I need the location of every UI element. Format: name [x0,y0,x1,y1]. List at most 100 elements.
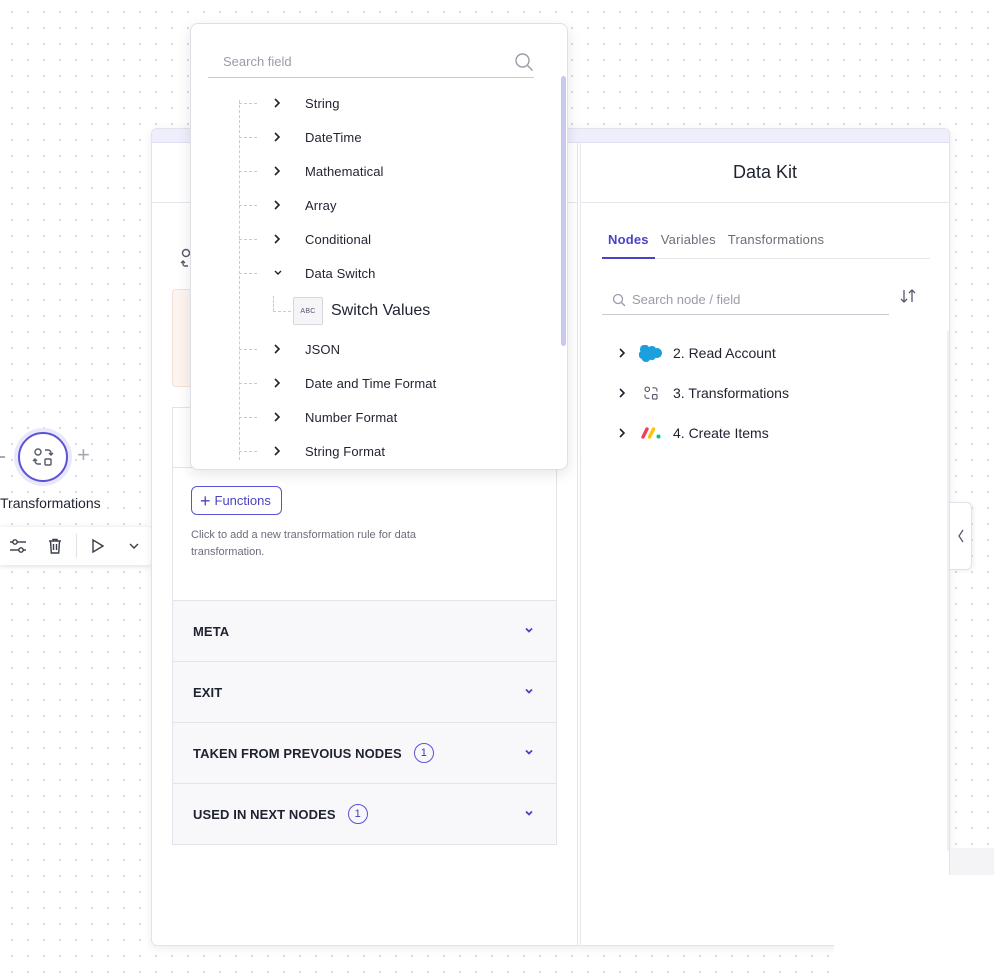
category-json[interactable]: JSON [239,332,559,366]
category-number-format[interactable]: Number Format [239,400,559,434]
category-array[interactable]: Array [239,188,559,222]
node-toolbar [0,527,152,565]
category-label: Number Format [305,409,398,425]
function-category-tree: String DateTime Mathematical Array Condi… [239,86,559,468]
plus-icon: + [200,490,211,511]
section-label: USED IN NEXT NODES [193,806,336,822]
tab-transformations[interactable]: Transformations [722,231,830,259]
trash-icon [49,538,62,554]
sort-icon [900,289,916,303]
category-mathematical[interactable]: Mathematical [239,154,559,188]
category-datetime[interactable]: DateTime [239,120,559,154]
collapse-panel-button[interactable] [950,502,972,570]
category-label: String [305,95,340,111]
monday-icon [636,418,666,448]
category-conditional[interactable]: Conditional [239,222,559,256]
function-search [208,46,534,78]
node-item-read-account[interactable]: 2. Read Account [614,333,789,373]
chevron-right-icon [274,132,281,142]
data-kit-title: Data Kit [581,143,949,203]
category-label: DateTime [305,129,362,145]
scrollbar-track[interactable] [947,331,949,851]
sort-button[interactable] [899,287,917,310]
run-options-button[interactable] [115,527,152,565]
play-icon [92,538,105,554]
function-search-input[interactable] [223,54,483,69]
chevron-right-icon [274,234,281,244]
category-label: String Format [305,443,386,459]
category-string-format[interactable]: String Format [239,434,559,468]
category-date-and-time-format[interactable]: Date and Time Format [239,366,559,400]
background-strip [950,848,994,875]
category-label: JSON [305,341,341,357]
function-item-switch-values[interactable]: ABC Switch Values [239,290,559,332]
transformations-icon [636,378,666,408]
node-item-create-items[interactable]: 4. Create Items [614,413,789,453]
data-kit-panel: Data Kit Nodes Variables Transformations [581,143,949,945]
salesforce-icon [636,338,666,368]
chevron-right-icon [274,378,281,388]
connector-line [0,456,5,458]
node-list: 2. Read Account 3. Transformations 4. Cr… [614,333,789,453]
dropdown-scrollbar[interactable] [561,76,566,346]
data-kit-tabs: Nodes Variables Transformations [602,231,930,259]
node-search [602,285,889,315]
tab-nodes[interactable]: Nodes [602,231,655,259]
node-label: Transformations [0,495,101,511]
category-label: Data Switch [305,265,376,281]
background-panel [834,875,994,973]
section-label: TAKEN FROM PREVOIUS NODES [193,745,402,761]
transformations-icon [32,448,54,466]
section-taken-from-previous-nodes[interactable]: TAKEN FROM PREVOIUS NODES 1 [172,723,557,784]
chevron-right-icon [274,166,281,176]
chevron-down-icon [525,627,533,633]
chevron-right-icon [274,200,281,210]
add-function-button[interactable]: + Functions [191,486,282,515]
category-label: Date and Time Format [305,375,437,391]
search-icon [515,52,533,71]
settings-button[interactable] [0,527,37,565]
search-icon [612,293,626,306]
node-item-transformations[interactable]: 3. Transformations [614,373,789,413]
category-string[interactable]: String [239,86,559,120]
chevron-right-icon [274,412,281,422]
function-label: Switch Values [331,302,431,319]
chevron-down-icon [274,270,282,275]
count-badge: 1 [347,804,368,824]
category-label: Mathematical [305,163,384,179]
section-exit[interactable]: EXIT [172,662,557,723]
tab-variables[interactable]: Variables [655,231,722,259]
category-data-switch[interactable]: Data Switch [239,256,559,290]
chevron-right-icon [274,344,281,354]
category-label: Array [305,197,337,213]
section-meta[interactable]: META [172,601,557,662]
category-label: Conditional [305,231,372,247]
chevron-left-icon [957,529,964,543]
chevron-right-icon[interactable] [614,428,630,438]
add-node-icon[interactable]: + [77,444,90,466]
chevron-down-icon [525,810,533,816]
chevron-right-icon[interactable] [614,388,630,398]
chevron-right-icon [274,98,281,108]
section-used-in-next-nodes[interactable]: USED IN NEXT NODES 1 [172,784,557,845]
node-label: 4. Create Items [673,425,769,441]
run-button[interactable] [79,527,116,565]
toolbar-divider [75,534,77,558]
chevron-right-icon[interactable] [614,348,630,358]
node-label: 3. Transformations [673,385,789,401]
text-type-icon: ABC [293,297,323,325]
chevron-down-icon [525,688,533,694]
warning-banner [172,289,192,387]
node-label: 2. Read Account [673,345,776,361]
chevron-down-icon [525,749,533,755]
chevron-right-icon [274,446,281,456]
chevron-down-icon [129,543,139,549]
node-search-input[interactable] [632,292,872,307]
count-badge: 1 [413,743,434,763]
transformations-node[interactable] [18,432,68,482]
sliders-icon [10,539,27,553]
functions-dropdown: String DateTime Mathematical Array Condi… [190,23,568,470]
delete-button[interactable] [37,527,74,565]
section-label: EXIT [193,684,223,700]
section-label: META [193,623,230,639]
